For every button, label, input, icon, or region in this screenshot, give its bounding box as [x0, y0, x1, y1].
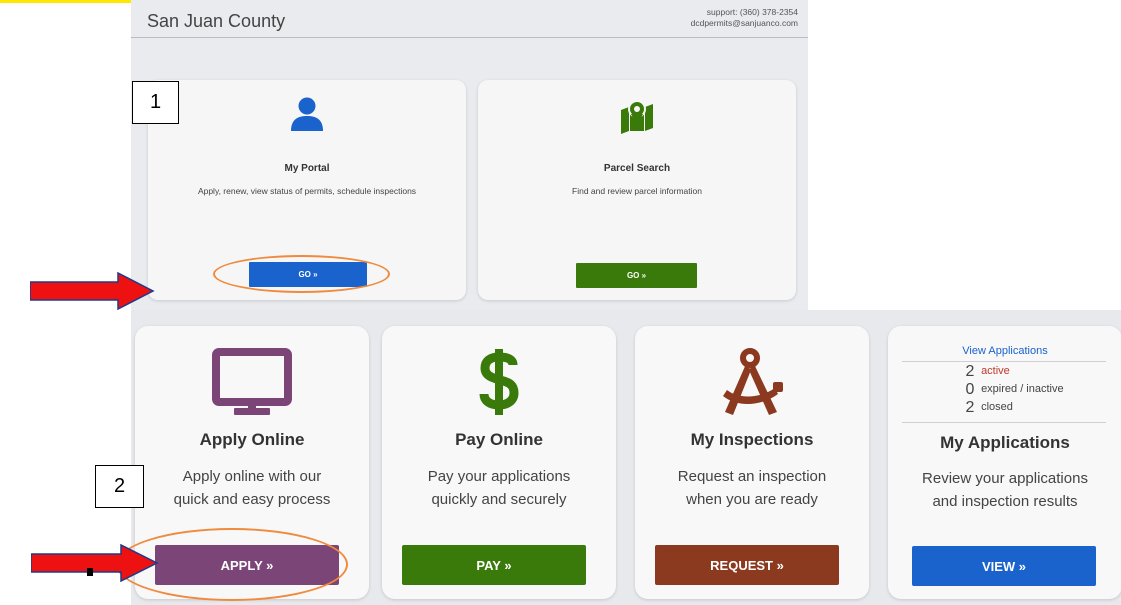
card-description-line2: quick and easy process — [173, 491, 331, 508]
bullet-mark — [87, 568, 93, 576]
dollar-icon — [479, 349, 519, 415]
step-1-label: 1 — [132, 81, 179, 124]
card-description: Find and review parcel information — [572, 186, 702, 196]
card-description-line2: when you are ready — [686, 491, 818, 508]
card-title: My Inspections — [690, 430, 814, 449]
arrow-right-icon — [31, 544, 159, 582]
card-description-line2: quickly and securely — [431, 491, 567, 508]
card-description-line1: Pay your applications — [427, 468, 571, 485]
parcel-search-card: Parcel Search Find and review parcel inf… — [478, 80, 796, 300]
support-phone: support: (360) 378-2354 — [706, 7, 798, 17]
my-applications-card: View Applications 2 active 0 expired / i… — [888, 326, 1121, 599]
divider — [902, 422, 1106, 423]
card-description: Apply, renew, view status of permits, sc… — [197, 186, 417, 196]
step-2-label: 2 — [95, 465, 144, 508]
view-button[interactable]: VIEW » — [912, 546, 1096, 586]
expired-count-row: 0 expired / inactive — [962, 381, 1064, 399]
closed-count-row: 2 closed — [962, 399, 1013, 417]
card-title: My Portal — [284, 163, 330, 174]
closed-count: 2 — [965, 399, 975, 416]
card-title: Parcel Search — [603, 163, 671, 174]
active-label: active — [981, 365, 1010, 377]
highlight-ellipse-go — [213, 255, 390, 293]
card-description-line1: Review your applications — [922, 470, 1088, 487]
site-title: San Juan County — [147, 11, 286, 31]
request-button[interactable]: REQUEST » — [655, 545, 839, 585]
card-title: Apply Online — [199, 430, 305, 449]
view-applications-link[interactable]: View Applications — [888, 345, 1121, 357]
expired-count: 0 — [965, 381, 975, 398]
card-title: Pay Online — [455, 430, 543, 449]
active-count-row: 2 active — [962, 363, 1010, 381]
parcel-search-go-button[interactable]: GO » — [576, 263, 697, 288]
divider — [902, 361, 1106, 362]
card-description-line1: Apply online with our — [182, 468, 322, 485]
card-title: My Applications — [940, 433, 1070, 452]
map-pin-icon — [621, 100, 653, 134]
card-description-line2: and inspection results — [932, 493, 1078, 510]
arrow-right-icon — [30, 272, 155, 310]
compass-icon — [723, 348, 783, 415]
card-description-line1: Request an inspection — [677, 468, 827, 485]
person-icon — [291, 97, 323, 131]
support-contact: support: (360) 378-2354 dcdpermits@sanju… — [691, 7, 798, 29]
site-header: San Juan County support: (360) 378-2354 … — [131, 0, 808, 38]
support-email[interactable]: dcdpermits@sanjuanco.com — [691, 18, 798, 29]
pay-online-card: Pay Online Pay your applications quickly… — [382, 326, 616, 599]
active-count: 2 — [965, 363, 975, 380]
expired-label: expired / inactive — [981, 383, 1064, 395]
closed-label: closed — [981, 401, 1013, 413]
pay-button[interactable]: PAY » — [402, 545, 586, 585]
monitor-icon — [212, 348, 292, 415]
yellow-highlight-mark — [0, 0, 131, 3]
tutorial-composite: San Juan County support: (360) 378-2354 … — [0, 0, 1121, 605]
my-inspections-card: My Inspections Request an inspection whe… — [635, 326, 869, 599]
